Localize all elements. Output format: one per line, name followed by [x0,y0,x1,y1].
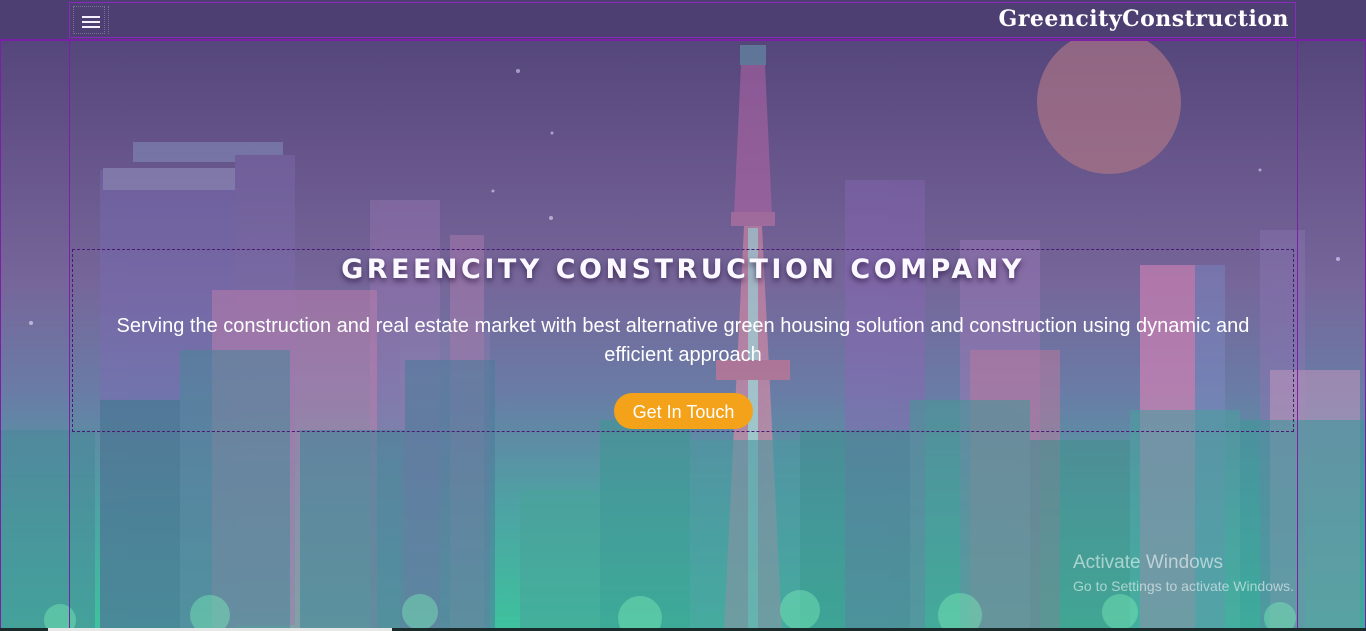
watermark-title: Activate Windows [1073,552,1223,573]
brand-logo-link[interactable]: GreencityConstruction [999,6,1289,32]
navbar: GreencityConstruction [0,0,1366,41]
activate-windows-watermark: Activate Windows Go to Settings to activ… [1073,552,1294,596]
hamburger-menu-icon[interactable] [73,6,105,34]
watermark-subtitle: Go to Settings to activate Windows. [1073,578,1294,594]
navbar-container: GreencityConstruction [69,2,1296,38]
hero-subtitle: Serving the construction and real estate… [116,315,1250,366]
hero-title: GREENCITY CONSTRUCTION COMPANY [341,254,1025,285]
navbar-divider [108,6,110,34]
get-in-touch-button[interactable]: Get In Touch [614,393,753,429]
hero-content: GREENCITY CONSTRUCTION COMPANY Serving t… [72,249,1294,432]
